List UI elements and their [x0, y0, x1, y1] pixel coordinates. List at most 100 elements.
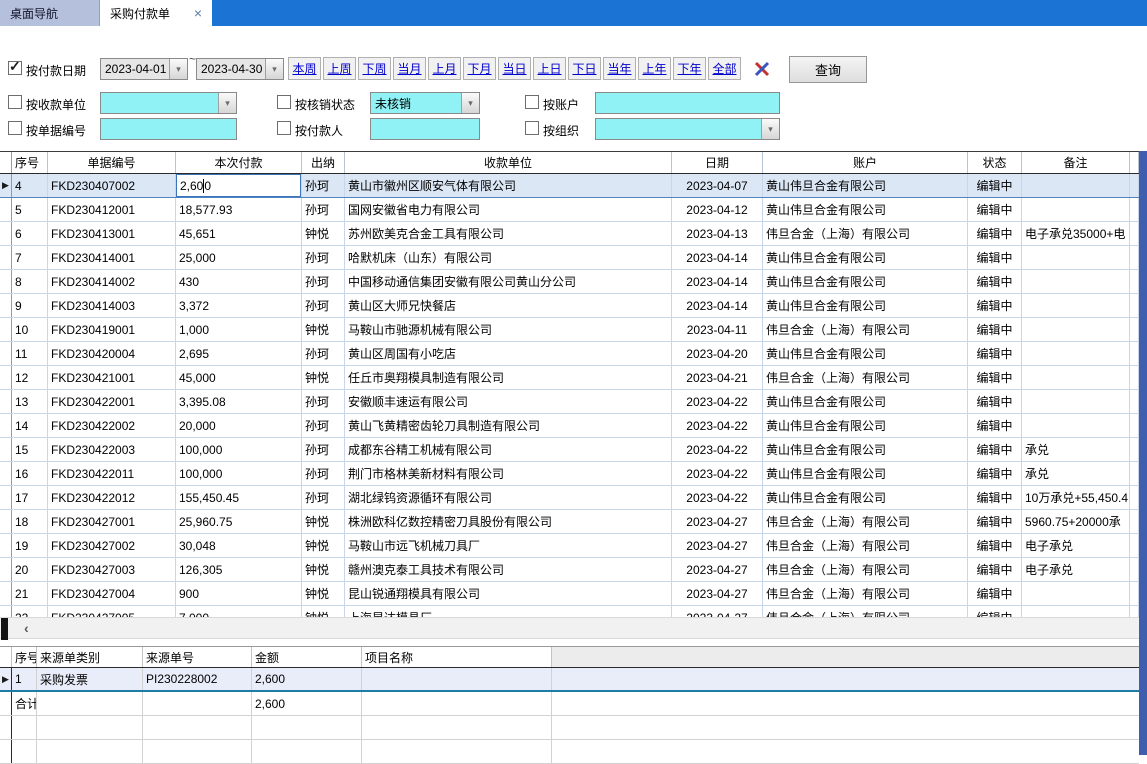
cell-date[interactable]: 2023-04-14 [672, 270, 763, 293]
cell-payee[interactable]: 黄山区周国有小吃店 [345, 342, 672, 365]
cell-seq[interactable]: 20 [12, 558, 48, 581]
verify-status-select[interactable]: 未核销 ▾ [370, 92, 480, 114]
cell-account[interactable]: 黄山伟旦合金有限公司 [763, 414, 968, 437]
cell-account[interactable]: 黄山伟旦合金有限公司 [763, 174, 968, 197]
cell-payee[interactable]: 国网安徽省电力有限公司 [345, 198, 672, 221]
cell-payee[interactable]: 株洲欧科亿数控精密刀具股份有限公司 [345, 510, 672, 533]
cell-source-no[interactable] [143, 740, 252, 763]
cell-remark[interactable]: 电子承兑35000+电 [1022, 222, 1130, 245]
scroll-left-icon[interactable]: ‹ [24, 620, 29, 636]
clear-filter-icon[interactable] [750, 58, 774, 80]
vertical-scrollbar[interactable] [1139, 151, 1147, 755]
total-row[interactable]: 合计 2,600 [0, 692, 1139, 716]
cell-payee[interactable]: 中国移动通信集团安徽有限公司黄山分公司 [345, 270, 672, 293]
column-header-date[interactable]: 日期 [672, 152, 763, 173]
cell-seq[interactable]: 11 [12, 342, 48, 365]
horizontal-scrollbar[interactable]: ‹ [0, 617, 1139, 639]
column-header-seq[interactable]: 序号 [12, 152, 48, 173]
cell-account[interactable]: 黄山伟旦合金有限公司 [763, 438, 968, 461]
cell-cashier[interactable]: 钟悦 [302, 366, 345, 389]
cell-amount[interactable]: 126,305 [176, 558, 302, 581]
column-header-source-no[interactable]: 来源单号 [143, 647, 252, 667]
cell-remark[interactable]: 承兑 [1022, 438, 1130, 461]
chevron-down-icon[interactable]: ▾ [761, 119, 779, 139]
cell-seq[interactable]: 21 [12, 582, 48, 605]
cell-amount[interactable]: 45,000 [176, 366, 302, 389]
cell-payee[interactable]: 荆门市格林美新材料有限公司 [345, 462, 672, 485]
cell-status[interactable]: 编辑中 [968, 534, 1022, 557]
cell-account[interactable]: 伟旦合金（上海）有限公司 [763, 534, 968, 557]
cell-source-type[interactable] [37, 740, 143, 763]
cell-seq[interactable]: 合计 [12, 692, 37, 715]
cell-account[interactable]: 伟旦合金（上海）有限公司 [763, 510, 968, 533]
cell-payee[interactable]: 黄山市徽州区顺安气体有限公司 [345, 174, 672, 197]
cell-remark[interactable] [1022, 174, 1130, 197]
cell-remark[interactable]: 电子承兑 [1022, 558, 1130, 581]
cell-payee[interactable]: 马鞍山市驰源机械有限公司 [345, 318, 672, 341]
cell-status[interactable]: 编辑中 [968, 174, 1022, 197]
cell-doc-no[interactable]: FKD230427001 [48, 510, 176, 533]
cell-cashier[interactable]: 孙珂 [302, 390, 345, 413]
cell-remark[interactable]: 10万承兑+55,450.4 [1022, 486, 1130, 509]
cell-project[interactable] [362, 740, 552, 763]
table-row[interactable]: 19FKD23042700230,048钟悦马鞍山市远飞机械刀具厂2023-04… [0, 534, 1139, 558]
table-row[interactable]: 11FKD2304200042,695孙珂黄山区周国有小吃店2023-04-20… [0, 342, 1139, 366]
cell-status[interactable]: 编辑中 [968, 414, 1022, 437]
cell-date[interactable]: 2023-04-22 [672, 462, 763, 485]
cell-amount[interactable]: 18,577.93 [176, 198, 302, 221]
cell-doc-no[interactable]: FKD230422011 [48, 462, 176, 485]
cell-amount[interactable]: 2,600 [252, 692, 362, 715]
table-row[interactable]: ▶4FKD2304070022,600孙珂黄山市徽州区顺安气体有限公司2023-… [0, 174, 1139, 198]
tab-purchase-payment[interactable]: 采购付款单 × [100, 0, 212, 26]
cell-amount[interactable]: 100,000 [176, 462, 302, 485]
cell-doc-no[interactable]: FKD230427003 [48, 558, 176, 581]
cell-source-no[interactable]: PI230228002 [143, 668, 252, 690]
cell-doc-no[interactable]: FKD230419001 [48, 318, 176, 341]
cell-amount[interactable]: 900 [176, 582, 302, 605]
cell-remark[interactable]: 电子承兑 [1022, 534, 1130, 557]
cell-amount[interactable]: 2,695 [176, 342, 302, 365]
cell-date[interactable]: 2023-04-22 [672, 438, 763, 461]
quick-link-5[interactable]: 下月 [463, 57, 496, 80]
cell-amount[interactable]: 20,000 [176, 414, 302, 437]
cell-status[interactable]: 编辑中 [968, 438, 1022, 461]
cell-source-type[interactable] [37, 716, 143, 739]
cell-payee[interactable]: 黄山飞黄精密齿轮刀具制造有限公司 [345, 414, 672, 437]
cell-account[interactable]: 伟旦合金（上海）有限公司 [763, 558, 968, 581]
cell-project[interactable] [362, 716, 552, 739]
cell-doc-no[interactable]: FKD230422002 [48, 414, 176, 437]
payer-input[interactable] [370, 118, 480, 140]
cell-doc-no[interactable]: FKD230421001 [48, 366, 176, 389]
cell-status[interactable]: 编辑中 [968, 294, 1022, 317]
cell-seq[interactable] [12, 740, 37, 763]
filter-payee-checkbox[interactable] [8, 95, 22, 109]
quick-link-1[interactable]: 上周 [323, 57, 356, 80]
table-row[interactable]: 20FKD230427003126,305钟悦赣州澳克泰工具技术有限公司2023… [0, 558, 1139, 582]
cell-date[interactable]: 2023-04-14 [672, 246, 763, 269]
filter-date-checkbox[interactable]: ✓ [8, 61, 22, 75]
table-row[interactable]: 16FKD230422011100,000孙珂荆门市格林美新材料有限公司2023… [0, 462, 1139, 486]
cell-remark[interactable] [1022, 390, 1130, 413]
cell-account[interactable]: 黄山伟旦合金有限公司 [763, 342, 968, 365]
column-header-cashier[interactable]: 出纳 [302, 152, 345, 173]
cell-account[interactable]: 黄山伟旦合金有限公司 [763, 462, 968, 485]
cell-remark[interactable] [1022, 366, 1130, 389]
table-row[interactable]: 5FKD23041200118,577.93孙珂国网安徽省电力有限公司2023-… [0, 198, 1139, 222]
cell-payee[interactable]: 赣州澳克泰工具技术有限公司 [345, 558, 672, 581]
filter-verify-status-checkbox[interactable] [277, 95, 291, 109]
cell-seq[interactable]: 13 [12, 390, 48, 413]
cell-remark[interactable] [1022, 270, 1130, 293]
cell-seq[interactable]: 6 [12, 222, 48, 245]
cell-status[interactable]: 编辑中 [968, 342, 1022, 365]
cell-payee[interactable]: 成都东谷精工机械有限公司 [345, 438, 672, 461]
cell-source-type[interactable] [37, 692, 143, 715]
cell-doc-no[interactable]: FKD230414003 [48, 294, 176, 317]
column-header-doc-no[interactable]: 单据编号 [48, 152, 176, 173]
quick-link-8[interactable]: 下日 [568, 57, 601, 80]
cell-status[interactable]: 编辑中 [968, 582, 1022, 605]
quick-link-4[interactable]: 上月 [428, 57, 461, 80]
cell-amount[interactable]: 1,000 [176, 318, 302, 341]
cell-date[interactable]: 2023-04-27 [672, 558, 763, 581]
filter-payer-checkbox[interactable] [277, 121, 291, 135]
cell-cashier[interactable]: 钟悦 [302, 558, 345, 581]
